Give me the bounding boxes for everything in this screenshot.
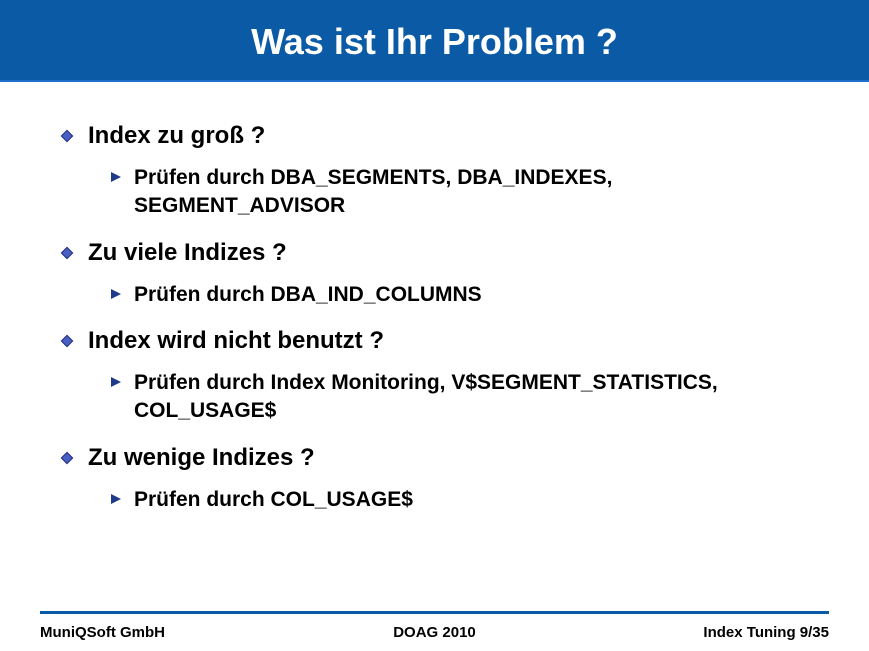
bullet-row: Index wird nicht benutzt ? — [60, 327, 809, 355]
bullet-item: Zu viele Indizes ? Prüfen durch DBA_IND_… — [60, 239, 809, 309]
arrow-bullet-icon — [110, 171, 122, 183]
arrow-bullet-icon — [110, 288, 122, 300]
footer-center: DOAG 2010 — [303, 624, 566, 641]
sub-bullet-row: Prüfen durch COL_USAGE$ — [110, 486, 809, 514]
sub-bullet-row: Prüfen durch Index Monitoring, V$SEGMENT… — [110, 369, 809, 426]
bullet-item: Index wird nicht benutzt ? Prüfen durch … — [60, 327, 809, 426]
bullet-text: Index zu groß ? — [88, 122, 265, 150]
slide-content: Index zu groß ? Prüfen durch DBA_SEGMENT… — [0, 82, 869, 514]
sub-bullet-text: Prüfen durch DBA_SEGMENTS, DBA_INDEXES, … — [134, 164, 809, 221]
arrow-bullet-icon — [110, 376, 122, 388]
bullet-text: Zu viele Indizes ? — [88, 239, 287, 267]
sub-bullet-row: Prüfen durch DBA_IND_COLUMNS — [110, 281, 809, 309]
bullet-item: Index zu groß ? Prüfen durch DBA_SEGMENT… — [60, 122, 809, 221]
sub-bullet-text: Prüfen durch COL_USAGE$ — [134, 486, 413, 514]
bullet-item: Zu wenige Indizes ? Prüfen durch COL_USA… — [60, 444, 809, 514]
bullet-row: Zu wenige Indizes ? — [60, 444, 809, 472]
sub-bullet-text: Prüfen durch Index Monitoring, V$SEGMENT… — [134, 369, 809, 426]
diamond-bullet-icon — [60, 246, 74, 260]
bullet-text: Index wird nicht benutzt ? — [88, 327, 384, 355]
footer-left: MuniQSoft GmbH — [40, 624, 303, 641]
diamond-bullet-icon — [60, 451, 74, 465]
title-bar: Was ist Ihr Problem ? — [0, 0, 869, 82]
footer-right: Index Tuning 9/35 — [566, 624, 829, 641]
bullet-text: Zu wenige Indizes ? — [88, 444, 315, 472]
sub-bullet-text: Prüfen durch DBA_IND_COLUMNS — [134, 281, 482, 309]
slide-title: Was ist Ihr Problem ? — [251, 21, 618, 63]
sub-bullet-row: Prüfen durch DBA_SEGMENTS, DBA_INDEXES, … — [110, 164, 809, 221]
slide-footer: MuniQSoft GmbH DOAG 2010 Index Tuning 9/… — [0, 611, 869, 651]
footer-row: MuniQSoft GmbH DOAG 2010 Index Tuning 9/… — [40, 614, 829, 651]
arrow-bullet-icon — [110, 493, 122, 505]
bullet-row: Index zu groß ? — [60, 122, 809, 150]
diamond-bullet-icon — [60, 334, 74, 348]
diamond-bullet-icon — [60, 129, 74, 143]
bullet-row: Zu viele Indizes ? — [60, 239, 809, 267]
